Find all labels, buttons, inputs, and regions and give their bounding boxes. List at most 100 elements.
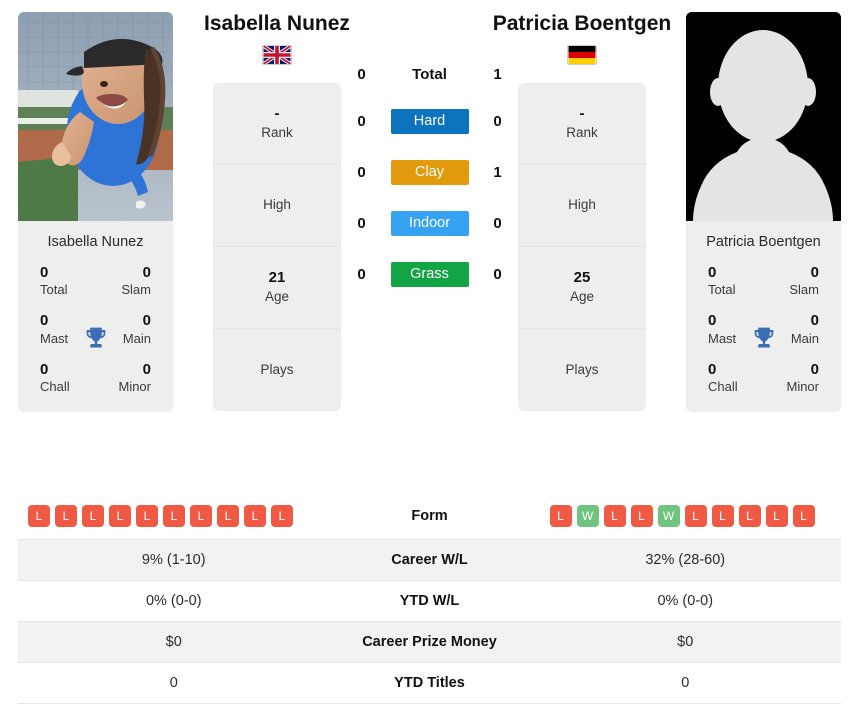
left-age-label: Age <box>264 289 290 305</box>
form-badge[interactable]: L <box>244 504 266 527</box>
left-chall-label: Chall <box>40 379 70 395</box>
form-badge[interactable]: L <box>82 504 104 527</box>
h2h-indoor-left: 0 <box>357 215 366 232</box>
avatar-placeholder-icon <box>686 12 841 221</box>
h2h-row-hard: 0 Hard 0 <box>347 109 513 134</box>
left-form-cell: LLLLLLLLLL <box>18 504 330 527</box>
right-high-label: High <box>568 197 596 213</box>
form-badge[interactable]: W <box>657 504 680 527</box>
left-form-strip: LLLLLLLLLL <box>18 504 330 527</box>
form-badge[interactable]: L <box>630 504 653 527</box>
left-titles-grid: 0 Total 0 Slam 0 Mast 0 Main 0 Chall 0 M… <box>18 262 173 412</box>
left-age-section: 21 Age <box>213 247 341 329</box>
right-titles-grid: 0 Total 0 Slam 0 Mast 0 Main 0 Chall 0 M… <box>686 262 841 412</box>
surface-badge-indoor[interactable]: Indoor <box>390 211 469 236</box>
form-badge[interactable]: L <box>28 504 50 527</box>
surface-badge-hard[interactable]: Hard <box>390 109 469 134</box>
row-label-form: Form <box>411 507 448 524</box>
left-ytd-titles: 0 <box>169 675 178 691</box>
right-total-value: 0 <box>708 263 717 281</box>
comparison-header: Isabella Nunez 0 Total 0 Slam 0 Mast 0 M… <box>0 0 859 492</box>
left-player-photo <box>18 12 173 221</box>
right-age-label: Age <box>569 289 595 305</box>
form-badge[interactable]: L <box>765 504 788 527</box>
right-high-section: High <box>518 165 646 247</box>
left-photo-caption: Isabella Nunez <box>47 234 144 250</box>
gb-flag-icon <box>262 44 292 65</box>
right-player-info: Patricia Boentgen - Rank High 25 Age Pla… <box>493 12 671 411</box>
form-badge[interactable]: L <box>792 504 815 527</box>
h2h-hard-left: 0 <box>357 113 366 130</box>
left-career-prize-money: $0 <box>165 634 182 650</box>
left-stat-chall: 0 Chall <box>28 361 96 396</box>
right-plays-label: Plays <box>565 361 599 377</box>
right-form-strip: LWLLWLLLLL <box>530 504 842 527</box>
form-badge[interactable]: L <box>603 504 626 527</box>
right-career-prize-money: $0 <box>677 634 694 650</box>
right-player-name[interactable]: Patricia Boentgen <box>472 12 692 37</box>
right-player-card[interactable]: Patricia Boentgen 0 Total 0 Slam 0 Mast <box>686 12 841 412</box>
right-rank-label: Rank <box>566 125 598 141</box>
form-badge[interactable]: L <box>684 504 707 527</box>
right-minor-value: 0 <box>810 361 819 379</box>
right-stat-chall: 0 Chall <box>696 361 764 396</box>
h2h-total-right: 1 <box>493 66 502 83</box>
right-rank-value: - <box>579 104 585 122</box>
h2h-clay-right: 1 <box>493 164 502 181</box>
h2h-grass-mid: Grass <box>377 262 483 287</box>
left-rank-section: - Rank <box>213 83 341 165</box>
head-to-head-column: 0 Total 1 0 Hard 0 0 Clay 1 0 Indoor 0 0… <box>341 12 518 287</box>
form-badge[interactable]: W <box>576 504 599 527</box>
form-badge[interactable]: L <box>217 504 239 527</box>
right-ytd-wl: 0% (0-0) <box>657 593 714 609</box>
h2h-row-indoor: 0 Indoor 0 <box>347 211 513 236</box>
player-comparison-page: Isabella Nunez 0 Total 0 Slam 0 Mast 0 M… <box>0 0 859 705</box>
h2h-total-label: Total <box>412 66 447 83</box>
tennis-photo-image <box>18 12 173 221</box>
left-stat-total: 0 Total <box>28 264 96 299</box>
surface-badge-clay[interactable]: Clay <box>390 160 469 185</box>
right-form-cell: LWLLWLLLLL <box>530 504 842 527</box>
surface-badge-grass[interactable]: Grass <box>390 262 469 287</box>
left-high-section: High <box>213 165 341 247</box>
left-info-card: - Rank High 21 Age Plays <box>213 82 341 411</box>
left-total-label: Total <box>40 281 68 297</box>
left-slam-label: Slam <box>121 281 151 297</box>
left-total-value: 0 <box>40 263 49 281</box>
table-row-career-prize-money: $0 Career Prize Money $0 <box>18 622 841 663</box>
h2h-indoor-right: 0 <box>493 215 502 232</box>
left-age-value: 21 <box>268 268 286 286</box>
h2h-row-total: 0 Total 1 <box>347 66 513 83</box>
row-label-career-prize-money: Career Prize Money <box>362 634 497 650</box>
form-badge[interactable]: L <box>136 504 158 527</box>
left-plays-section: Plays <box>213 329 341 411</box>
right-career-wl: 32% (28-60) <box>645 552 726 568</box>
left-rank-value: - <box>274 104 280 122</box>
right-total-label: Total <box>708 281 736 297</box>
left-minor-value: 0 <box>142 361 151 379</box>
right-chall-value: 0 <box>708 361 717 379</box>
h2h-clay-mid: Clay <box>377 160 483 185</box>
form-badge[interactable]: L <box>55 504 77 527</box>
left-stat-slam: 0 Slam <box>96 264 164 299</box>
left-high-label: High <box>263 197 291 213</box>
form-badge[interactable]: L <box>738 504 761 527</box>
h2h-grass-left: 0 <box>357 266 366 283</box>
row-label-ytd-wl: YTD W/L <box>399 593 460 609</box>
h2h-total-left: 0 <box>357 66 366 83</box>
table-row-ytd-titles: 0 YTD Titles 0 <box>18 663 841 704</box>
form-badge[interactable]: L <box>163 504 185 527</box>
form-badge[interactable]: L <box>109 504 131 527</box>
left-player-card[interactable]: Isabella Nunez 0 Total 0 Slam 0 Mast 0 M… <box>18 12 173 412</box>
right-chall-label: Chall <box>708 379 738 395</box>
form-badge[interactable]: L <box>190 504 212 527</box>
h2h-row-clay: 0 Clay 1 <box>347 160 513 185</box>
right-ytd-titles: 0 <box>681 675 690 691</box>
form-badge[interactable]: L <box>271 504 293 527</box>
h2h-hard-mid: Hard <box>377 109 483 134</box>
form-badge[interactable]: L <box>549 504 572 527</box>
form-badge[interactable]: L <box>711 504 734 527</box>
left-career-wl: 9% (1-10) <box>141 552 206 568</box>
right-stat-total: 0 Total <box>696 264 764 299</box>
h2h-row-grass: 0 Grass 0 <box>347 262 513 287</box>
